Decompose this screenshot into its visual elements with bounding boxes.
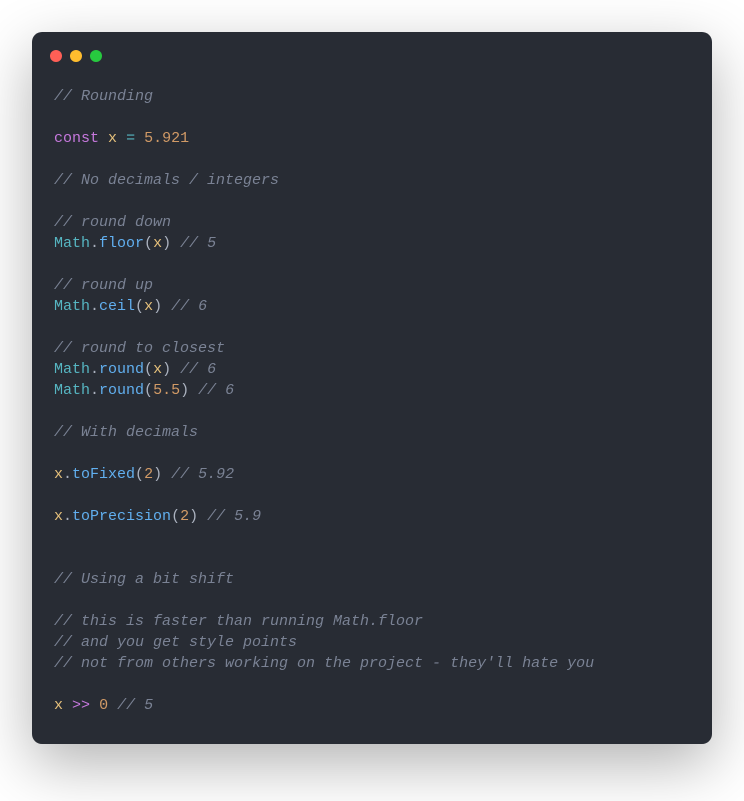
code-window: // Rounding const x = 5.921 // No decima… (32, 32, 712, 744)
paren: ) (153, 298, 162, 315)
comment-inline: // 5 (117, 697, 153, 714)
comment-inline: // 6 (171, 298, 207, 315)
comment-line: // this is faster than running Math.floo… (54, 613, 423, 630)
var-x: x (153, 361, 162, 378)
var-x: x (153, 235, 162, 252)
maximize-icon[interactable] (90, 50, 102, 62)
comment-inline: // 6 (198, 382, 234, 399)
method-tofixed: toFixed (72, 466, 135, 483)
keyword-const: const (54, 130, 99, 147)
comment-inline: // 6 (180, 361, 216, 378)
comment-inline: // 5 (180, 235, 216, 252)
dot: . (90, 382, 99, 399)
comment-line: // round up (54, 277, 153, 294)
equals: = (126, 130, 135, 147)
paren: ) (162, 235, 171, 252)
number-literal: 5.921 (144, 130, 189, 147)
method-floor: floor (99, 235, 144, 252)
dot: . (90, 298, 99, 315)
minimize-icon[interactable] (70, 50, 82, 62)
var-x: x (144, 298, 153, 315)
paren: ( (144, 235, 153, 252)
paren: ( (144, 361, 153, 378)
class-math: Math (54, 298, 90, 315)
comment-line: // With decimals (54, 424, 198, 441)
var-x: x (108, 130, 117, 147)
comment-line: // round down (54, 214, 171, 231)
dot: . (90, 235, 99, 252)
dot: . (63, 466, 72, 483)
close-icon[interactable] (50, 50, 62, 62)
comment-inline: // 5.92 (171, 466, 234, 483)
class-math: Math (54, 361, 90, 378)
comment-line: // round to closest (54, 340, 225, 357)
titlebar (32, 32, 712, 62)
var-x: x (54, 508, 63, 525)
number-literal: 2 (144, 466, 153, 483)
comment-line: // not from others working on the projec… (54, 655, 594, 672)
method-toprecision: toPrecision (72, 508, 171, 525)
code-block: // Rounding const x = 5.921 // No decima… (32, 62, 712, 744)
comment-line: // No decimals / integers (54, 172, 279, 189)
comment-line: // Rounding (54, 88, 153, 105)
var-x: x (54, 697, 63, 714)
paren: ( (171, 508, 180, 525)
method-round: round (99, 361, 144, 378)
dot: . (90, 361, 99, 378)
comment-line: // and you get style points (54, 634, 297, 651)
paren: ( (135, 466, 144, 483)
paren: ) (162, 361, 171, 378)
paren: ) (153, 466, 162, 483)
operator-shift: >> (72, 697, 90, 714)
comment-line: // Using a bit shift (54, 571, 234, 588)
var-x: x (54, 466, 63, 483)
dot: . (63, 508, 72, 525)
number-literal: 2 (180, 508, 189, 525)
paren: ( (135, 298, 144, 315)
number-literal: 0 (99, 697, 108, 714)
method-ceil: ceil (99, 298, 135, 315)
paren: ( (144, 382, 153, 399)
paren: ) (189, 508, 198, 525)
class-math: Math (54, 382, 90, 399)
method-round: round (99, 382, 144, 399)
number-literal: 5.5 (153, 382, 180, 399)
paren: ) (180, 382, 189, 399)
class-math: Math (54, 235, 90, 252)
comment-inline: // 5.9 (207, 508, 261, 525)
